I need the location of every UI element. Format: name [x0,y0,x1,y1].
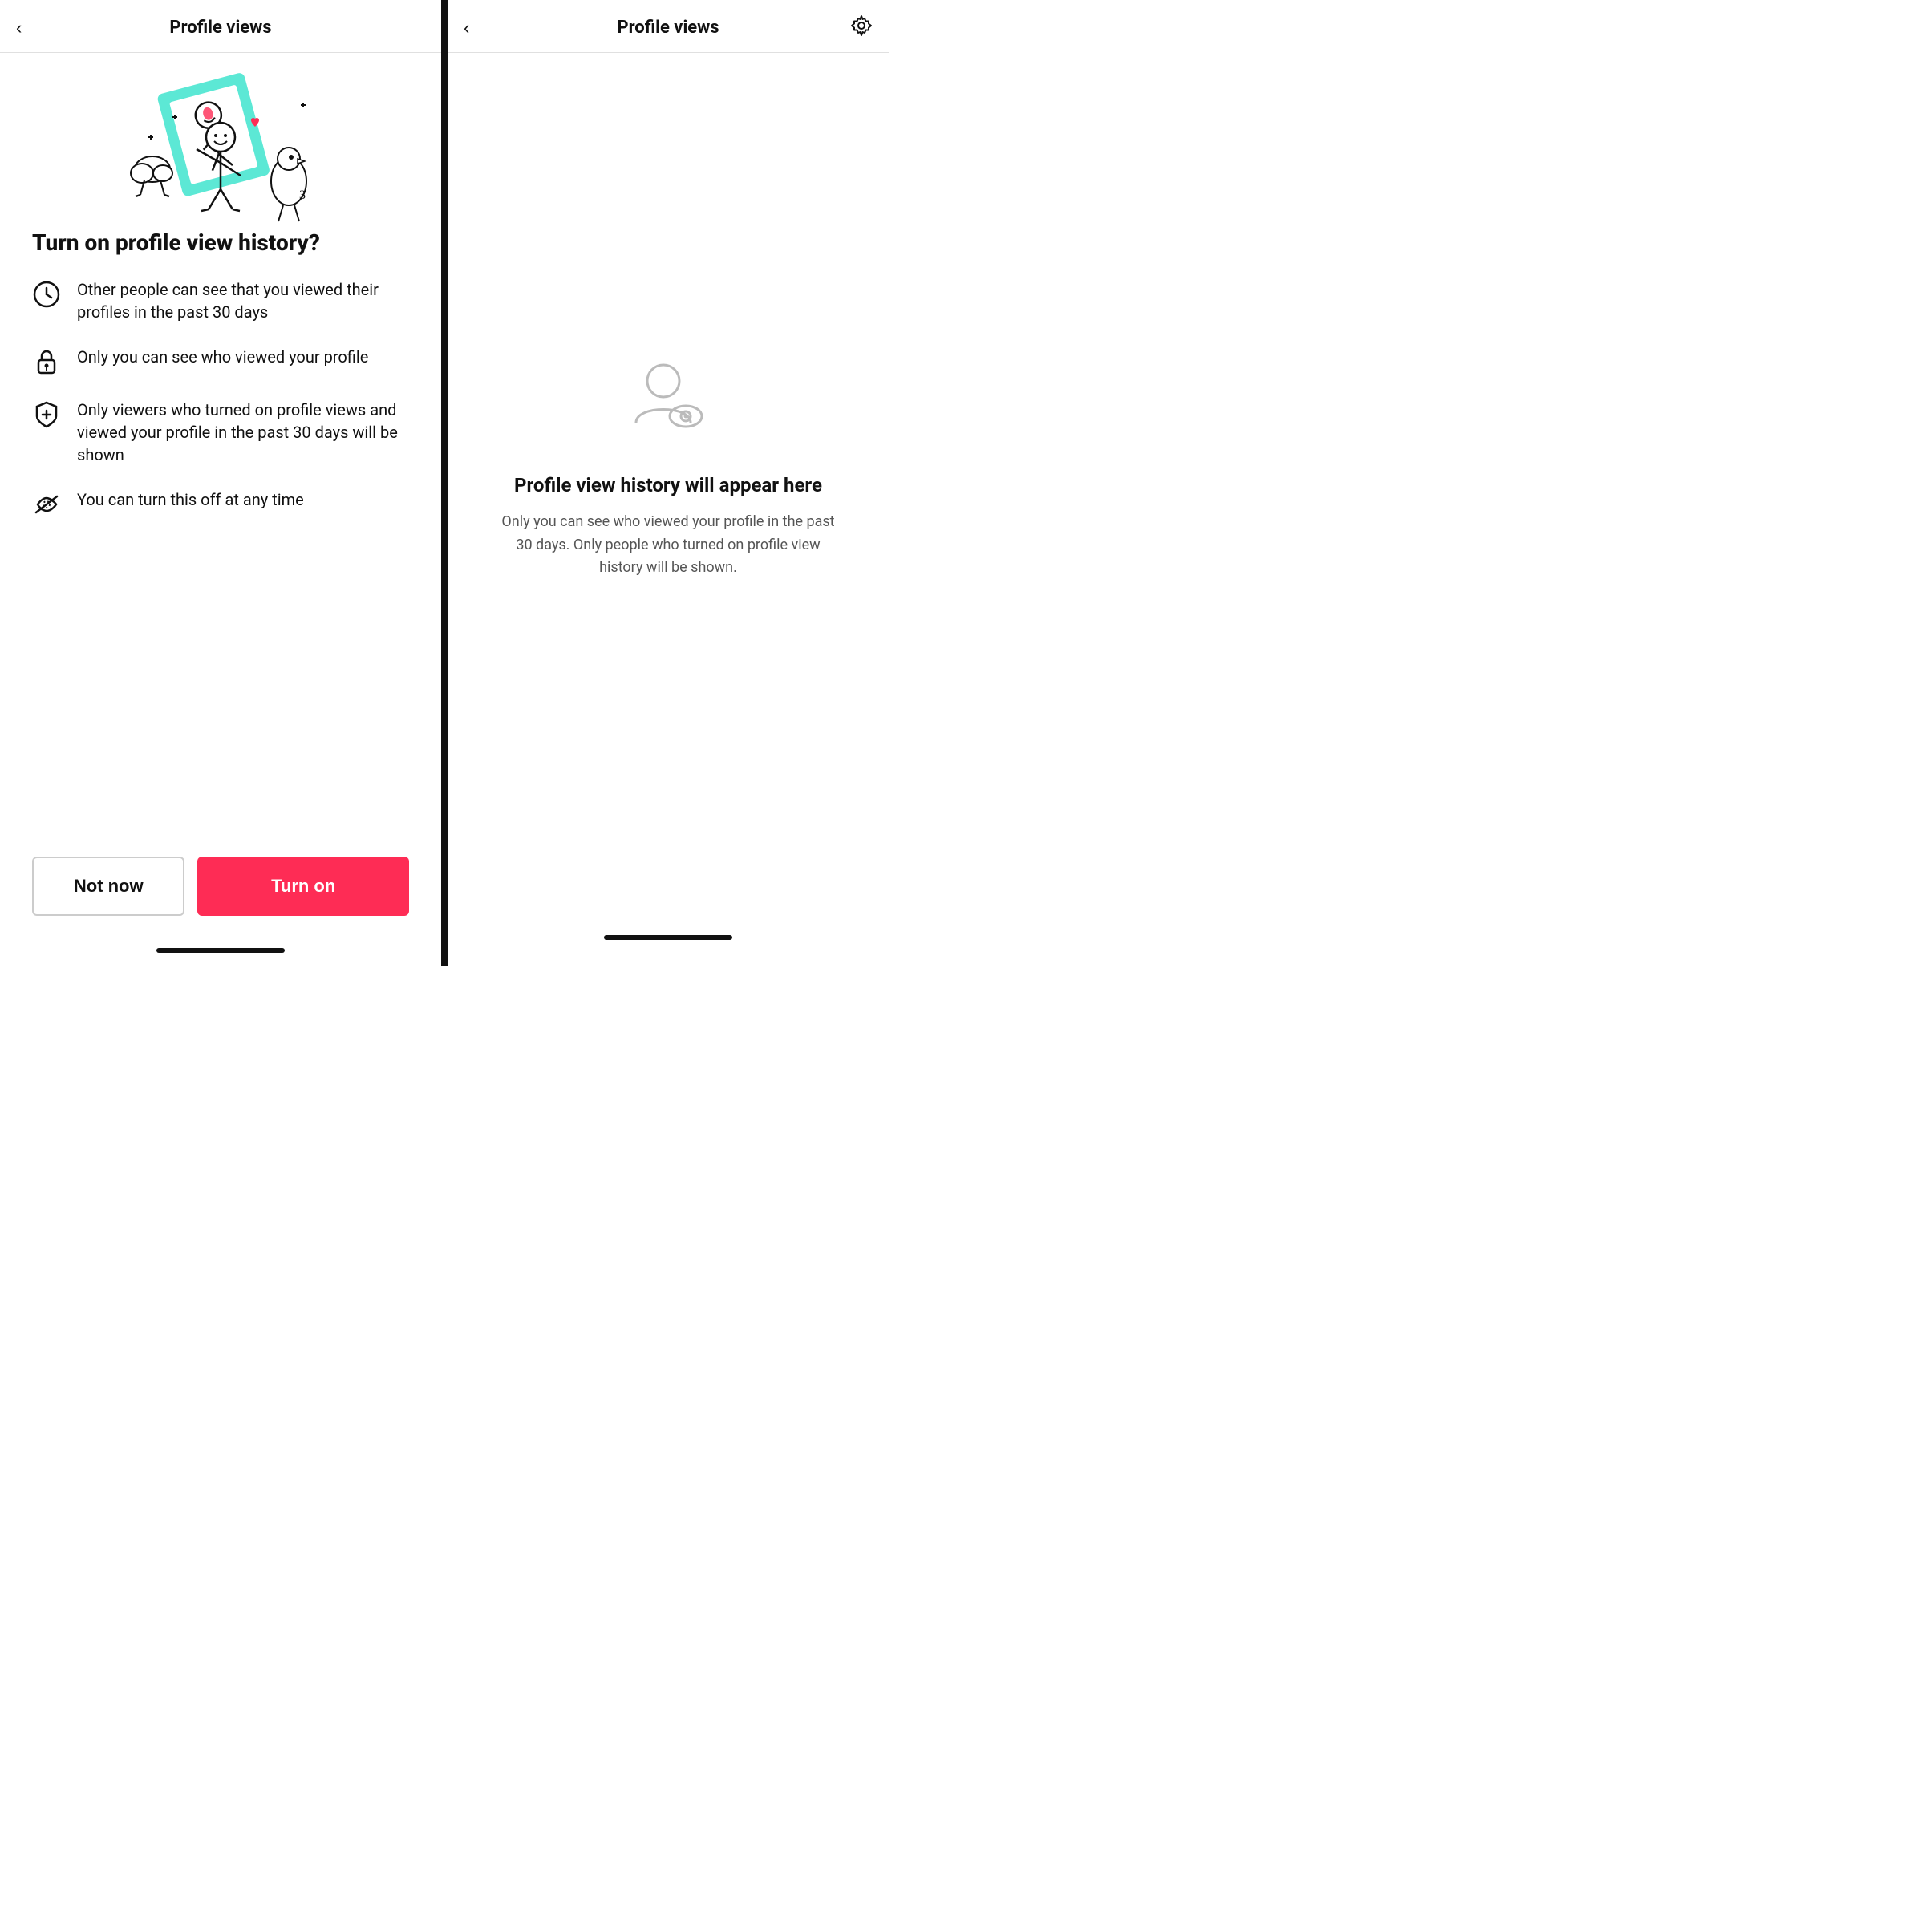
empty-state-description: Only you can see who viewed your profile… [496,511,841,580]
lock-icon [32,347,61,376]
screen-divider [441,0,448,966]
feature-text-3: Only viewers who turned on profile views… [77,399,409,466]
back-button-1[interactable]: ‹ [16,19,22,37]
main-title: Turn on profile view history? [32,229,409,256]
not-now-button[interactable]: Not now [32,857,184,916]
back-button-2[interactable]: ‹ [464,19,469,37]
turn-on-button[interactable]: Turn on [197,857,409,916]
feature-item-4: You can turn this off at any time [32,488,409,519]
screen2-title: Profile views [617,18,719,38]
home-indicator-1 [156,948,285,953]
profile-views-empty-icon [620,358,716,447]
gear-icon [850,14,873,37]
screen1-content: 3 T [0,53,441,840]
screen1-title: Profile views [169,18,271,38]
feature-item-1: Other people can see that you viewed the… [32,278,409,323]
settings-button[interactable] [850,14,873,42]
screen-1: ‹ Profile views [0,0,441,966]
header-2: ‹ Profile views [448,0,889,53]
svg-text:3: 3 [299,188,306,202]
home-indicator-2 [604,935,732,940]
feature-text-1: Other people can see that you viewed the… [77,278,409,323]
eye-off-icon [32,490,61,519]
illustration-area: 3 [32,53,409,229]
shield-plus-icon [32,400,61,429]
profile-view-illustration: 3 [108,65,333,225]
header-1: ‹ Profile views [0,0,441,53]
feature-text-2: Only you can see who viewed your profile [77,346,368,368]
screen2-content: Profile view history will appear here On… [448,53,889,966]
empty-state-icon-area [620,358,716,450]
feature-list: Other people can see that you viewed the… [32,278,409,816]
screen-2: ‹ Profile views Profile view history wil… [448,0,889,966]
feature-text-4: You can turn this off at any time [77,488,304,511]
bottom-buttons: Not now Turn on [0,840,441,948]
feature-item-3: Only viewers who turned on profile views… [32,399,409,466]
empty-state-title: Profile view history will appear here [514,474,822,496]
clock-icon [32,280,61,309]
feature-item-2: Only you can see who viewed your profile [32,346,409,376]
